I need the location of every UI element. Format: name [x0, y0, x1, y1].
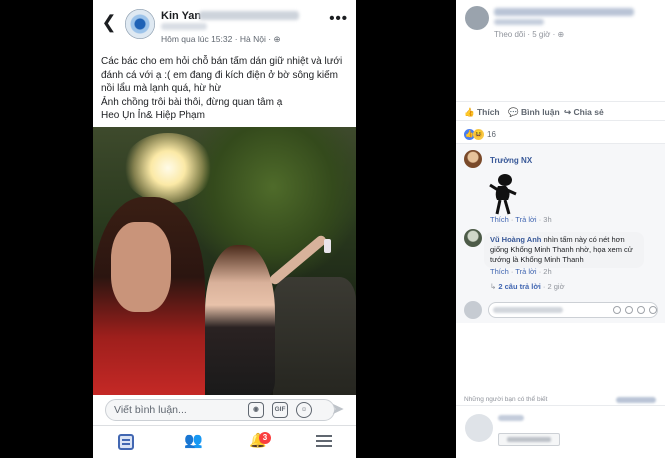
- commenter-avatar[interactable]: [464, 150, 482, 168]
- menu-icon[interactable]: [316, 435, 332, 447]
- post-meta: Hôm qua lúc 15:32 · Hà Nội · ⊕: [161, 34, 281, 45]
- notification-badge: 3: [259, 432, 271, 444]
- author-avatar[interactable]: [125, 9, 155, 39]
- commenter-avatar[interactable]: [464, 229, 482, 247]
- blurred-placeholder: [493, 307, 563, 313]
- comment-like-link[interactable]: Thích: [490, 215, 509, 224]
- comment-actions: Thích · Trả lời · 2h: [490, 267, 552, 276]
- blurred-page-name: [494, 8, 634, 16]
- suggestion-item: [456, 405, 665, 458]
- gif-icon[interactable]: GIF: [272, 402, 288, 418]
- post-actions-bar: 👍 Thích 💬 Bình luận ↪ Chia sẻ: [456, 101, 665, 121]
- blurred-group-name: [199, 11, 299, 20]
- comment-label: Bình luận: [520, 107, 560, 117]
- post-line: Ảnh chồng trôi bài thôi, đừng quan tâm ạ: [101, 96, 283, 108]
- current-user-avatar: [464, 301, 482, 319]
- like-button[interactable]: 👍 Thích: [464, 107, 500, 118]
- emoji-icon[interactable]: [613, 306, 621, 314]
- post-author-name[interactable]: Kin Yan: [161, 10, 201, 22]
- haha-reaction-icon: 😆: [473, 129, 484, 140]
- photo-crowd: [273, 277, 356, 395]
- post-line: đánh cá với ạ :( em đang đi kích điện ở …: [101, 69, 339, 81]
- photo-woman-left-face: [111, 222, 171, 312]
- like-label: Thích: [476, 107, 500, 117]
- add-friend-button[interactable]: [498, 433, 560, 446]
- share-button[interactable]: ↪ Chia sẻ: [564, 107, 604, 118]
- comment-button[interactable]: 💬 Bình luận: [508, 107, 560, 118]
- commenter-name[interactable]: Vũ Hoàng Anh: [490, 235, 541, 244]
- desktop-post-screen: Theo dõi · 5 giờ · ⊕ 👍 Thích 💬 Bình luận…: [456, 0, 665, 458]
- more-options-icon[interactable]: •••: [329, 10, 348, 27]
- comment-like-link[interactable]: Thích: [490, 267, 509, 276]
- photo-street-light: [123, 133, 213, 203]
- stick-figure-sticker: [489, 174, 517, 215]
- page-avatar[interactable]: [465, 6, 489, 30]
- comment-time: 3h: [543, 215, 552, 224]
- comment-icon: 💬: [508, 107, 521, 117]
- left-margin: [0, 0, 93, 458]
- mobile-post-screen: ❮ Kin Yan Hôm qua lúc 15:32 · Hà Nội · ⊕…: [93, 0, 356, 458]
- photo-phone: [324, 239, 331, 253]
- blurred-button-label: [507, 437, 551, 442]
- blurred-suggestion-name: [498, 415, 524, 421]
- comment-bubble: Vũ Hoàng Anh nhìn tấm này có nét hơn giố…: [484, 232, 644, 268]
- replies-time: 2 giờ: [547, 282, 565, 291]
- blurred-page-name-2: [494, 19, 544, 25]
- reaction-count: 16: [487, 130, 496, 139]
- post-line: nồi lẩu mà lạnh quá, hừ hừ: [101, 83, 222, 94]
- bottom-nav: 👥 🔔 3: [93, 425, 356, 458]
- photo-tree: [188, 127, 356, 277]
- camera-icon[interactable]: ◉: [248, 402, 264, 418]
- commenter-name[interactable]: Trường NX: [490, 156, 532, 165]
- sticker-icon[interactable]: ☺: [296, 402, 312, 418]
- camera-icon[interactable]: [625, 306, 633, 314]
- gif-icon[interactable]: [637, 306, 645, 314]
- friends-icon[interactable]: 👥: [184, 431, 203, 449]
- globe-icon: ⊕: [273, 34, 281, 44]
- replies-count: 2 câu trả lời: [498, 282, 541, 291]
- news-feed-icon[interactable]: [118, 434, 134, 450]
- back-arrow-icon[interactable]: ❮: [101, 12, 117, 33]
- comment-reply-link[interactable]: Trả lời: [515, 267, 536, 276]
- middle-gap: [356, 0, 456, 458]
- thumbs-up-icon: 👍: [464, 107, 477, 117]
- send-icon[interactable]: ➤: [331, 399, 344, 419]
- post-text: Các bác cho em hỏi chỗ bán tấm dán giữ n…: [101, 55, 351, 123]
- blurred-see-all: [616, 397, 656, 403]
- post-photo[interactable]: [93, 127, 356, 395]
- blurred-group-name-2: [161, 23, 207, 30]
- follow-time: Theo dõi · 5 giờ ·: [494, 30, 558, 39]
- post-time-location: Hôm qua lúc 15:32 · Hà Nội ·: [161, 34, 274, 44]
- post-line: Heo Ụn Ỉn& Hiệp Phạm: [101, 110, 205, 121]
- comment-reply-link[interactable]: Trả lời: [515, 215, 536, 224]
- share-label: Chia sẻ: [573, 107, 604, 117]
- comment-input[interactable]: Viết bình luận... ◉ GIF ☺: [105, 399, 335, 421]
- comment-placeholder: Viết bình luận...: [114, 404, 187, 416]
- sticker-icon[interactable]: [649, 306, 657, 314]
- comment-time: 2h: [543, 267, 552, 276]
- post-line: Các bác cho em hỏi chỗ bán tấm dán giữ n…: [101, 56, 343, 67]
- photo-woman-center: [205, 245, 275, 395]
- globe-icon: ⊕: [557, 30, 565, 39]
- view-replies-link[interactable]: ↳ 2 câu trả lời · 2 giờ: [490, 282, 565, 291]
- suggestions-title: Những người bạn có thể biết: [464, 396, 548, 403]
- suggestion-avatar[interactable]: [465, 414, 493, 442]
- desktop-post-meta: Theo dõi · 5 giờ · ⊕: [494, 30, 564, 39]
- write-comment-input[interactable]: [488, 302, 658, 318]
- comment-actions: Thích · Trả lời · 3h: [490, 215, 552, 224]
